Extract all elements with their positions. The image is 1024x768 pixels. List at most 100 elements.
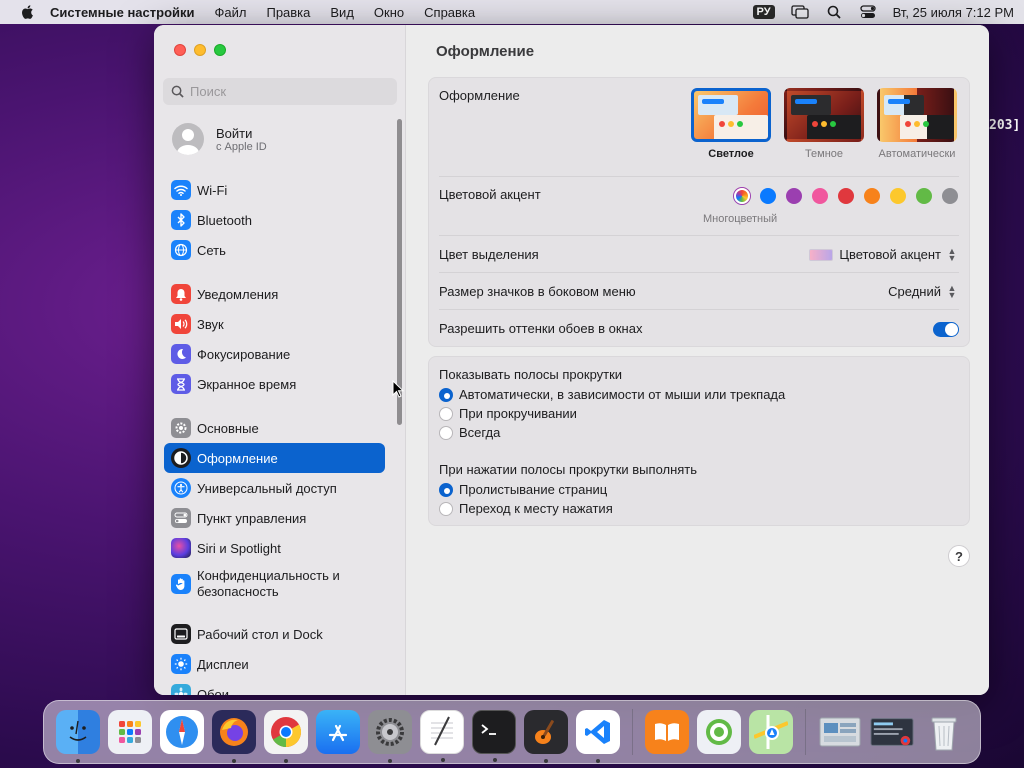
input-source-badge[interactable]: РУ bbox=[752, 5, 775, 19]
search-input[interactable] bbox=[190, 84, 390, 99]
accent-purple-swatch[interactable] bbox=[786, 188, 802, 204]
theme-dark-option[interactable]: Темное bbox=[779, 88, 869, 160]
minimize-button[interactable] bbox=[194, 44, 206, 56]
sidebar-item-sound[interactable]: Звук bbox=[164, 309, 385, 339]
books-icon[interactable] bbox=[645, 710, 689, 754]
apple-id-signin[interactable]: Войти с Apple ID bbox=[154, 115, 394, 163]
divider bbox=[439, 176, 959, 177]
sidebar-item-control-center[interactable]: Пункт управления bbox=[164, 503, 385, 533]
safari-icon[interactable] bbox=[160, 710, 204, 754]
hand-icon bbox=[171, 574, 191, 594]
wallpaper-icon bbox=[171, 684, 191, 695]
accent-yellow-swatch[interactable] bbox=[890, 188, 906, 204]
accent-orange-swatch[interactable] bbox=[864, 188, 880, 204]
divider bbox=[439, 272, 959, 273]
menu-bar: Системные настройки Файл Правка Вид Окно… bbox=[0, 0, 1024, 24]
help-button[interactable]: ? bbox=[948, 545, 970, 567]
scroll-click-spot-radio[interactable]: Переход к месту нажатия bbox=[439, 501, 613, 516]
gear-icon bbox=[171, 418, 191, 438]
theme-dark-label: Темное bbox=[804, 148, 844, 160]
sidebar-item-appearance[interactable]: Оформление bbox=[164, 443, 385, 473]
app-store-icon[interactable] bbox=[316, 710, 360, 754]
theme-auto-option[interactable]: Автоматически bbox=[872, 88, 962, 160]
sidebar-item-network[interactable]: Сеть bbox=[164, 235, 385, 265]
menu-app-name[interactable]: Системные настройки bbox=[50, 5, 195, 20]
radio-label: Автоматически, в зависимости от мыши или… bbox=[459, 387, 786, 402]
dock-separator bbox=[632, 709, 633, 755]
menu-view[interactable]: Вид bbox=[330, 5, 354, 20]
finder-icon[interactable] bbox=[56, 710, 100, 763]
sidebar-item-accessibility[interactable]: Универсальный доступ bbox=[164, 473, 385, 503]
system-settings-icon[interactable] bbox=[368, 710, 412, 763]
scrollbars-always-radio[interactable]: Всегда bbox=[439, 425, 500, 440]
appearance-label: Оформление bbox=[439, 88, 520, 103]
menu-window[interactable]: Окно bbox=[374, 5, 404, 20]
scrollbars-when-scrolling-radio[interactable]: При прокручивании bbox=[439, 406, 577, 421]
theme-light-option[interactable]: Светлое bbox=[686, 88, 776, 160]
garageband-icon[interactable] bbox=[524, 710, 568, 763]
accent-graphite-swatch[interactable] bbox=[942, 188, 958, 204]
sidebar-icon-size-label: Размер значков в боковом меню bbox=[439, 284, 636, 299]
accent-blue-swatch[interactable] bbox=[760, 188, 776, 204]
control-center-icon[interactable] bbox=[859, 5, 877, 19]
sidebar-list: Войти с Apple ID Wi‑Fi Bluetooth Сеть Ув… bbox=[154, 115, 394, 695]
sidebar-item-privacy-security[interactable]: Конфиденциальность и безопасность bbox=[164, 563, 385, 605]
spotlight-search-icon[interactable] bbox=[825, 5, 843, 19]
search-field[interactable] bbox=[163, 78, 397, 105]
radio-button[interactable] bbox=[439, 501, 453, 516]
sidebar-item-focus[interactable]: Фокусирование bbox=[164, 339, 385, 369]
dock-icon bbox=[171, 624, 191, 644]
wallpaper-tint-toggle[interactable] bbox=[933, 322, 959, 337]
launchpad-icon[interactable] bbox=[108, 710, 152, 754]
menu-file[interactable]: Файл bbox=[215, 5, 247, 20]
sidebar-item-screen-time[interactable]: Экранное время bbox=[164, 369, 385, 399]
page-title: Оформление bbox=[436, 43, 535, 60]
textedit-icon[interactable] bbox=[420, 710, 464, 762]
menu-help[interactable]: Справка bbox=[424, 5, 475, 20]
firefox-icon[interactable] bbox=[212, 710, 256, 763]
sidebar-item-label: Конфиденциальность и безопасность bbox=[197, 568, 340, 599]
highlight-color-popup[interactable]: Цветовой акцент ▲ ▼ bbox=[809, 246, 957, 262]
window-controls bbox=[174, 44, 226, 56]
accent-multicolor-swatch[interactable] bbox=[734, 188, 750, 204]
sidebar-item-general[interactable]: Основные bbox=[164, 413, 385, 443]
search-icon bbox=[171, 85, 184, 98]
running-indicator bbox=[388, 759, 392, 763]
radio-button[interactable] bbox=[439, 425, 453, 440]
maps-icon[interactable] bbox=[749, 710, 793, 754]
zoom-button[interactable] bbox=[214, 44, 226, 56]
close-button[interactable] bbox=[174, 44, 186, 56]
accent-pink-swatch[interactable] bbox=[812, 188, 828, 204]
running-indicator bbox=[76, 759, 80, 763]
sidebar-item-bluetooth[interactable]: Bluetooth bbox=[164, 205, 385, 235]
find-my-icon[interactable] bbox=[697, 710, 741, 754]
radio-button[interactable] bbox=[439, 482, 453, 497]
menu-edit[interactable]: Правка bbox=[266, 5, 310, 20]
accent-red-swatch[interactable] bbox=[838, 188, 854, 204]
screen-mirroring-icon[interactable] bbox=[790, 5, 809, 19]
chrome-icon[interactable] bbox=[264, 710, 308, 763]
terminal-icon[interactable] bbox=[472, 710, 516, 762]
trash-icon[interactable] bbox=[922, 710, 966, 754]
accent-green-swatch[interactable] bbox=[916, 188, 932, 204]
sidebar-item-wallpaper[interactable]: Обои bbox=[164, 679, 385, 695]
scrollbars-auto-radio[interactable]: Автоматически, в зависимости от мыши или… bbox=[439, 387, 785, 402]
radio-button[interactable] bbox=[439, 387, 453, 402]
accessibility-icon bbox=[171, 478, 191, 498]
menu-clock[interactable]: Вт, 25 июля 7:12 PM bbox=[893, 5, 1014, 20]
scroll-click-page-radio[interactable]: Пролистывание страниц bbox=[439, 482, 607, 497]
radio-button[interactable] bbox=[439, 406, 453, 421]
sidebar-item-label: Экранное время bbox=[197, 376, 297, 392]
sidebar-icon-size-popup[interactable]: Средний ▲ ▼ bbox=[888, 283, 957, 299]
sidebar-item-displays[interactable]: Дисплеи bbox=[164, 649, 385, 679]
vscode-icon[interactable] bbox=[576, 710, 620, 763]
sidebar-item-desktop-dock[interactable]: Рабочий стол и Dock bbox=[164, 619, 385, 649]
sidebar-item-siri-spotlight[interactable]: Siri и Spotlight bbox=[164, 533, 385, 563]
window-thumbnail-icon[interactable] bbox=[870, 710, 914, 754]
apple-logo-icon[interactable] bbox=[20, 4, 36, 20]
sidebar-item-notifications[interactable]: Уведомления bbox=[164, 279, 385, 309]
highlight-color-swatch bbox=[809, 248, 834, 261]
sidebar-item-wifi[interactable]: Wi‑Fi bbox=[164, 175, 385, 205]
radio-label: Всегда bbox=[459, 425, 501, 440]
downloads-stack-icon[interactable] bbox=[818, 710, 862, 754]
